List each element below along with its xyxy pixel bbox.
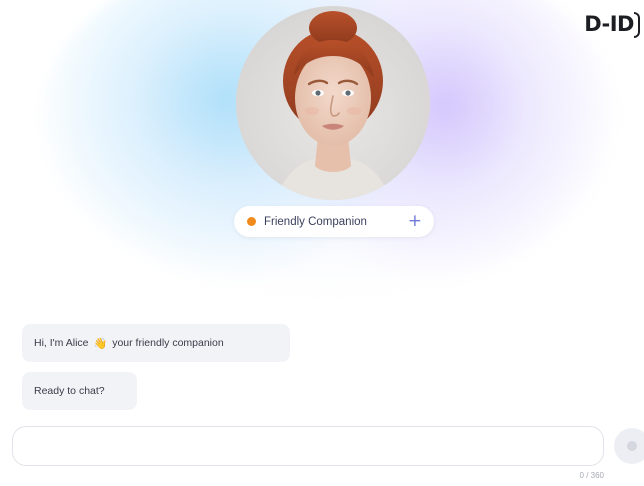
- send-icon: [627, 441, 637, 451]
- avatar: [236, 6, 430, 200]
- persona-selector[interactable]: Friendly Companion +: [234, 206, 434, 237]
- did-logo: D-ID: [584, 12, 640, 38]
- plus-icon[interactable]: +: [408, 213, 422, 230]
- avatar-portrait-icon: [276, 11, 390, 200]
- message-text: Ready to chat?: [34, 385, 105, 397]
- chat-message-prompt: Ready to chat?: [22, 372, 137, 410]
- waving-hand-icon: 👋: [93, 337, 108, 350]
- chat-input-container: [12, 426, 604, 466]
- message-text-end: your friendly companion: [112, 337, 224, 349]
- message-text-start: Hi, I'm Alice: [34, 337, 89, 349]
- send-button[interactable]: [614, 428, 644, 464]
- logo-bracket-icon: [634, 12, 640, 38]
- persona-status-dot: [247, 217, 256, 226]
- chat-input[interactable]: [13, 427, 603, 465]
- chat-message-greeting: Hi, I'm Alice 👋 your friendly companion: [22, 324, 290, 362]
- character-count: 0 / 360: [579, 471, 604, 480]
- logo-text: D-ID: [584, 12, 634, 36]
- persona-name: Friendly Companion: [264, 215, 367, 228]
